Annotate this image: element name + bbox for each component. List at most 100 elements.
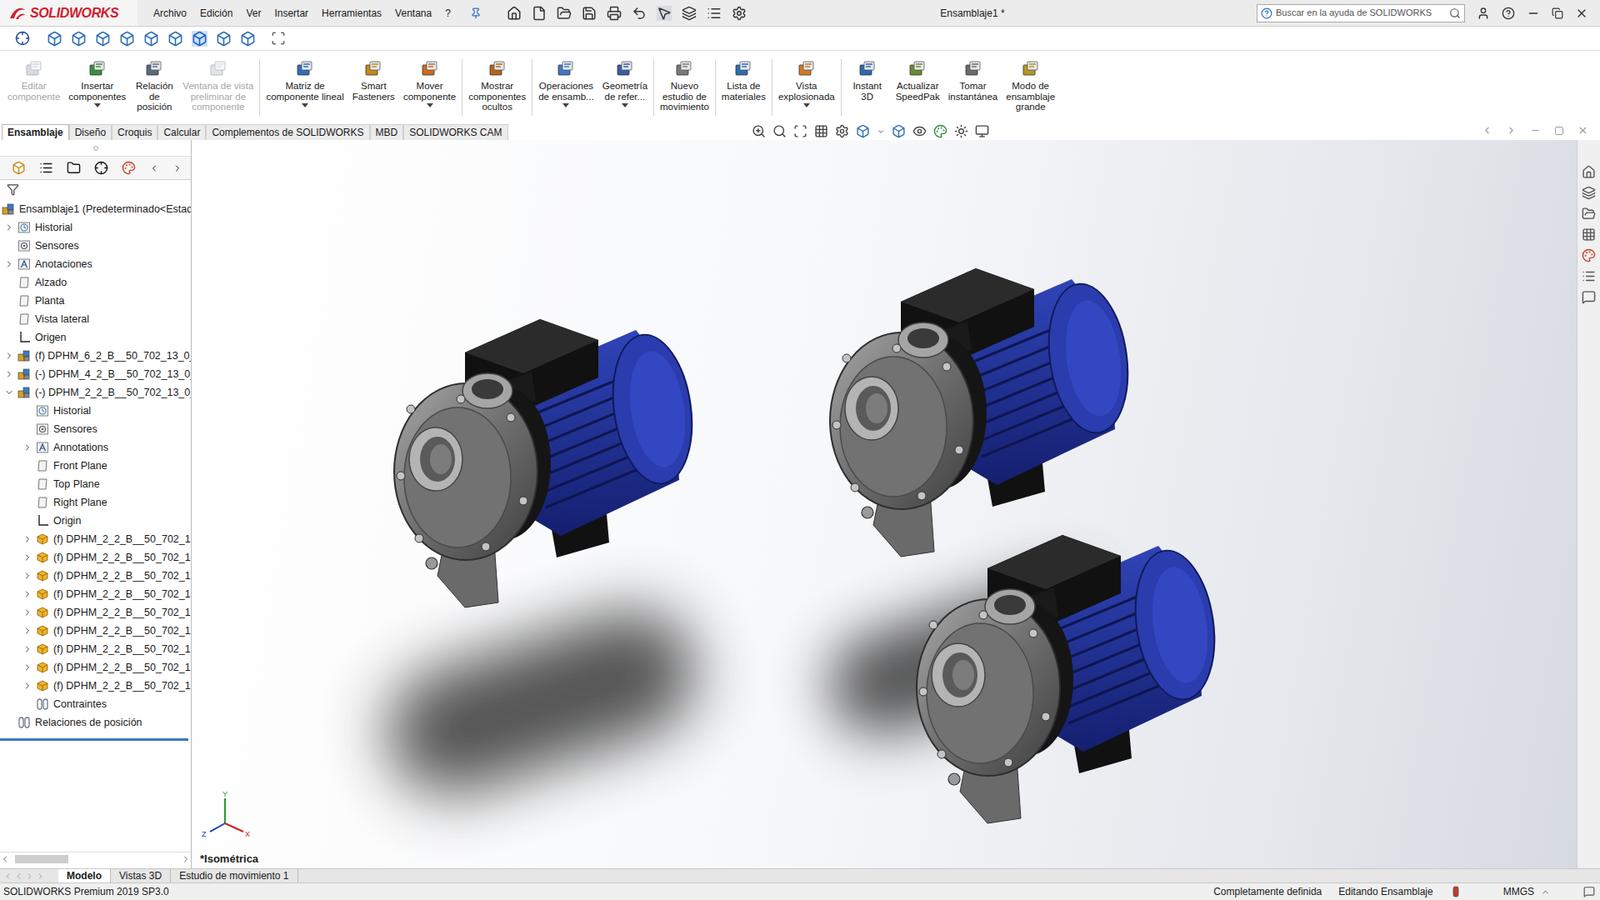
new-file-icon[interactable] bbox=[531, 5, 547, 21]
bottom-tab[interactable]: Vistas 3D bbox=[110, 869, 171, 883]
unit-system[interactable]: MMGS bbox=[1470, 884, 1541, 900]
menu-item[interactable]: Insertar bbox=[268, 4, 315, 23]
tree-scrollbar[interactable] bbox=[0, 851, 191, 865]
tree-item[interactable]: Origin bbox=[0, 511, 191, 530]
custom-properties-icon[interactable] bbox=[1581, 269, 1596, 284]
expand-icon[interactable] bbox=[22, 442, 33, 453]
expand-icon[interactable] bbox=[22, 534, 33, 545]
view-orientation-icon[interactable] bbox=[143, 30, 160, 47]
menu-item[interactable]: Edición bbox=[194, 4, 239, 23]
undo-icon[interactable] bbox=[631, 5, 647, 21]
select-icon[interactable] bbox=[656, 5, 672, 21]
zoom-to-fit-icon[interactable] bbox=[751, 124, 766, 139]
view-orientation-icon[interactable] bbox=[167, 30, 184, 47]
command-tab[interactable]: Croquis bbox=[111, 124, 158, 140]
tree-item[interactable]: Sensores bbox=[0, 236, 191, 255]
expand-icon[interactable] bbox=[4, 259, 15, 270]
scroll-right-icon[interactable] bbox=[172, 163, 183, 174]
view-settings-icon[interactable] bbox=[975, 124, 990, 139]
sketch-icon[interactable] bbox=[270, 30, 286, 46]
tree-item[interactable]: Origen bbox=[0, 328, 191, 347]
scroll-left-icon[interactable] bbox=[0, 854, 10, 865]
tree-item[interactable]: (f) DPHM_2_2_B__50_702_13_0 bbox=[0, 658, 191, 677]
doc-maximize-icon[interactable] bbox=[1554, 125, 1565, 136]
view-orientation-icon[interactable] bbox=[95, 30, 111, 47]
dropdown-arrow-icon[interactable] bbox=[94, 103, 101, 108]
close-icon[interactable] bbox=[1575, 6, 1589, 20]
menu-item[interactable]: Ver bbox=[240, 4, 267, 23]
logo[interactable]: SOLIDWORKS bbox=[0, 0, 138, 26]
rebuild-status-icon[interactable] bbox=[1451, 885, 1460, 898]
graphics-area[interactable]: YXZ*Isométrica bbox=[191, 140, 1577, 869]
command-tab[interactable]: Diseño bbox=[69, 124, 112, 140]
last-tab-icon[interactable] bbox=[35, 871, 45, 881]
home-icon[interactable] bbox=[506, 5, 522, 21]
expand-icon[interactable] bbox=[22, 680, 33, 691]
expand-icon[interactable] bbox=[22, 552, 33, 563]
tree-item[interactable]: Alzado bbox=[0, 273, 191, 292]
scroll-right-icon[interactable] bbox=[180, 854, 191, 865]
tree-item[interactable]: (f) DPHM_2_2_B__50_702_13_0 bbox=[0, 530, 191, 549]
tree-item[interactable]: Ensamblaje1 (Predeterminado<Estad bbox=[0, 200, 191, 219]
tree-item[interactable]: Anotaciones bbox=[0, 255, 191, 274]
tile-right-icon[interactable] bbox=[1505, 125, 1517, 136]
dropdown-arrow-icon[interactable] bbox=[301, 103, 309, 108]
edit-appearance-icon[interactable] bbox=[933, 124, 948, 139]
tree-item[interactable]: (-) DPHM_2_2_B__50_702_13_0_37_ bbox=[0, 383, 191, 402]
expand-icon[interactable] bbox=[4, 222, 15, 233]
tree-item[interactable]: (f) DPHM_2_2_B__50_702_13_0 bbox=[0, 585, 191, 604]
next-tab-icon[interactable] bbox=[25, 871, 35, 881]
restore-icon[interactable] bbox=[1551, 7, 1564, 20]
scene-icon[interactable] bbox=[954, 124, 969, 139]
tree-item[interactable]: (f) DPHM_2_2_B__50_702_13_0 bbox=[0, 621, 191, 640]
tree-item[interactable]: Front Plane bbox=[0, 456, 191, 475]
pump-model[interactable] bbox=[821, 241, 1147, 559]
view-orientation-icon[interactable] bbox=[191, 30, 208, 47]
ribbon-button[interactable]: Ventana de vistapreliminar decomponente bbox=[178, 59, 258, 113]
view-orientation-icon[interactable] bbox=[855, 124, 870, 139]
menu-item[interactable]: Ventana bbox=[389, 4, 438, 23]
scroll-left-icon[interactable] bbox=[149, 163, 160, 174]
propertymanager-tab-icon[interactable] bbox=[39, 160, 54, 175]
tree-item[interactable]: Annotations bbox=[0, 438, 191, 457]
panel-splitter[interactable] bbox=[93, 145, 99, 151]
expand-icon[interactable] bbox=[22, 644, 33, 655]
user-icon[interactable] bbox=[1476, 6, 1490, 20]
expand-icon[interactable] bbox=[4, 369, 15, 380]
section-view-icon[interactable] bbox=[814, 124, 829, 139]
command-tab[interactable]: SOLIDWORKS CAM bbox=[403, 124, 508, 140]
tree-item[interactable]: Relaciones de posición bbox=[0, 713, 191, 732]
help-menu-icon[interactable] bbox=[1501, 6, 1515, 20]
view-orientation-icon[interactable] bbox=[119, 30, 135, 47]
ribbon-button[interactable]: Vistaexplosionada bbox=[774, 59, 840, 108]
ribbon-button[interactable]: Matriz decomponente lineal bbox=[261, 59, 348, 108]
ribbon-button[interactable]: Movercomponente bbox=[399, 59, 460, 108]
view-orientation-icon[interactable] bbox=[240, 30, 256, 47]
collapse-icon[interactable] bbox=[4, 387, 15, 398]
tree-item[interactable]: (-) DPHM_4_2_B__50_702_13_0_37_ bbox=[0, 365, 191, 384]
expand-icon[interactable] bbox=[22, 662, 33, 673]
save-icon[interactable] bbox=[581, 5, 597, 21]
tree-item[interactable]: (f) DPHM_2_2_B__50_702_13_0 bbox=[0, 676, 191, 695]
view-palette-icon[interactable] bbox=[1581, 227, 1596, 242]
bottom-tab[interactable]: Modelo bbox=[58, 869, 111, 883]
appearances-icon[interactable] bbox=[1581, 248, 1596, 263]
view-orientation-icon[interactable] bbox=[215, 30, 232, 47]
expand-icon[interactable] bbox=[4, 350, 15, 361]
display-tab-icon[interactable] bbox=[121, 160, 136, 175]
ribbon-button[interactable]: ActualizarSpeedPak bbox=[891, 59, 945, 102]
expand-icon[interactable] bbox=[22, 625, 33, 636]
view-orientation-icon[interactable] bbox=[46, 30, 63, 47]
command-tab[interactable]: MBD bbox=[370, 124, 405, 140]
ribbon-button[interactable]: Insertarcomponentes bbox=[64, 59, 130, 108]
tree-item[interactable]: Planta bbox=[0, 291, 191, 310]
pump-model[interactable] bbox=[908, 508, 1234, 825]
rollback-bar[interactable] bbox=[0, 738, 189, 741]
file-properties-icon[interactable] bbox=[706, 5, 722, 21]
pin-icon[interactable] bbox=[470, 7, 482, 20]
notifications-icon[interactable] bbox=[1583, 885, 1595, 898]
dropdown-arrow-icon[interactable] bbox=[621, 103, 629, 108]
resources-icon[interactable] bbox=[1581, 165, 1596, 180]
minimize-icon[interactable] bbox=[1526, 6, 1540, 20]
tree-item[interactable]: Historial bbox=[0, 401, 191, 420]
